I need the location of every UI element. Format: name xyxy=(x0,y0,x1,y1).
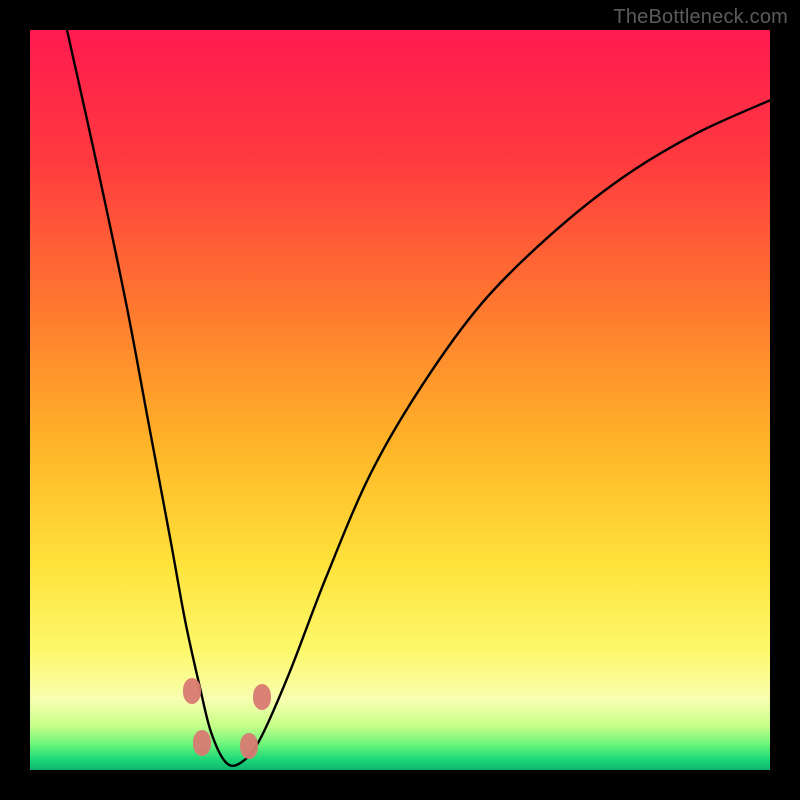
marker-right-upper xyxy=(253,684,271,710)
marker-left-upper xyxy=(183,678,201,704)
plot-area xyxy=(30,30,770,770)
watermark-text: TheBottleneck.com xyxy=(613,6,788,29)
marker-left-lower xyxy=(193,730,211,756)
marker-right-lower xyxy=(240,733,258,759)
chart-frame: TheBottleneck.com xyxy=(0,0,800,800)
bottleneck-curve xyxy=(30,30,770,770)
